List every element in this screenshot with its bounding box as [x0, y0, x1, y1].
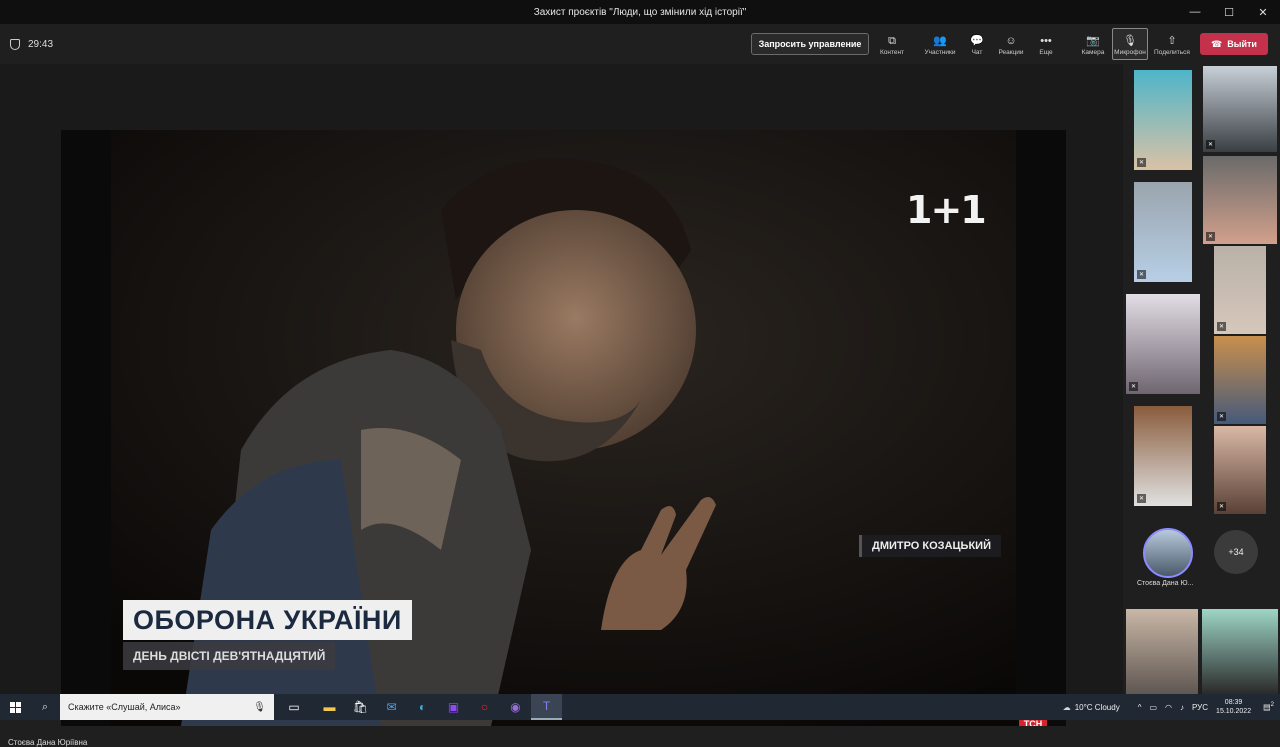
twitch-icon[interactable]: ▣: [438, 694, 469, 720]
weather-text: 10°C Cloudy: [1074, 702, 1120, 712]
network-icon[interactable]: ▭: [1149, 703, 1157, 712]
language-indicator[interactable]: РУС: [1192, 703, 1208, 712]
maximize-button[interactable]: ☐: [1212, 0, 1246, 24]
timer-text: 29:43: [28, 38, 54, 50]
mic-muted-icon: ✕: [1137, 158, 1146, 167]
camera-button[interactable]: 📷 Камера: [1078, 28, 1108, 60]
participant-video-tile[interactable]: ✕: [1214, 246, 1266, 334]
mail-icon[interactable]: ✉: [376, 694, 407, 720]
shared-video[interactable]: 1+1 ДМИТРО КОЗАЦЬКИЙ ОБОРОНА УКРАЇНИ ДЕН…: [61, 130, 1066, 726]
share-label: Поделиться: [1154, 48, 1190, 56]
close-button[interactable]: ✕: [1246, 0, 1280, 24]
clock-date: 15.10.2022: [1216, 708, 1252, 715]
participants-label: Участники: [924, 48, 956, 56]
camera-label: Камера: [1081, 48, 1105, 56]
start-button[interactable]: [0, 694, 30, 720]
shield-icon: [10, 38, 20, 50]
reactions-label: Реакции: [998, 48, 1024, 56]
file-explorer-icon[interactable]: ▬: [314, 694, 345, 720]
mic-muted-icon: ✕: [1206, 232, 1215, 241]
mic-muted-icon: ✕: [1217, 412, 1226, 421]
minimize-button[interactable]: —: [1178, 0, 1212, 24]
content-button[interactable]: ⧉ Контент: [878, 28, 906, 60]
microphone-muted-icon: 🎙: [1123, 34, 1137, 47]
call-timer: 29:43: [0, 38, 54, 50]
presenter-name: Стоєва Дана Юріївна: [8, 738, 88, 747]
leave-label: Выйти: [1227, 39, 1257, 49]
avatar-name: Стоєва Дана Ю...: [1137, 580, 1194, 587]
microphone-label: Микрофон: [1114, 48, 1146, 56]
more-participants-button[interactable]: +34: [1214, 530, 1258, 574]
content-label: Контент: [879, 48, 905, 56]
channel-logo: 1+1: [906, 188, 987, 232]
cloud-icon: ☁: [1062, 702, 1071, 712]
participant-avatar[interactable]: [1143, 528, 1193, 578]
news-headline: ОБОРОНА УКРАЇНИ: [123, 600, 412, 640]
clock-time: 08:39: [1224, 699, 1243, 706]
windows-logo-icon: [9, 701, 21, 713]
camera-icon: 📷: [1086, 34, 1100, 47]
request-control-button[interactable]: Запросить управление: [751, 33, 869, 55]
search-placeholder: Скажите «Слушай, Алиса»: [68, 702, 181, 712]
share-button[interactable]: ⇧ Поделиться: [1152, 28, 1192, 60]
window-titlebar: Захист проєктів "Люди, що змінили хід іс…: [0, 0, 1280, 24]
search-icon[interactable]: ⌕: [30, 701, 60, 714]
hang-up-icon: ☎: [1211, 38, 1223, 49]
participant-video-tile[interactable]: ✕: [1126, 294, 1200, 394]
participants-icon: 👥: [933, 34, 947, 47]
reactions-icon: ☺: [1005, 34, 1017, 47]
participant-video-tile[interactable]: ✕: [1214, 336, 1266, 424]
news-subheadline: ДЕНЬ ДВІСТІ ДЕВ'ЯТНАДЦЯТИЙ: [123, 642, 336, 670]
participant-video-tile[interactable]: [1126, 609, 1198, 694]
clock[interactable]: 08:39 15.10.2022: [1216, 698, 1251, 716]
opera-icon[interactable]: ○: [469, 694, 500, 720]
shared-screen-stage: 1+1 ДМИТРО КОЗАЦЬКИЙ ОБОРОНА УКРАЇНИ ДЕН…: [0, 64, 1123, 747]
chat-icon: 💬: [970, 34, 984, 47]
participant-video-tile[interactable]: ✕: [1134, 406, 1192, 506]
taskbar-search-box[interactable]: Скажите «Слушай, Алиса» 🎙: [60, 694, 274, 720]
mic-muted-icon: ✕: [1206, 140, 1215, 149]
share-icon: ⇧: [1167, 34, 1177, 47]
more-label: Еще: [1039, 48, 1053, 56]
edge-icon[interactable]: ◐: [407, 694, 438, 720]
tray-chevron-icon[interactable]: ^: [1138, 703, 1142, 712]
participant-video-tile[interactable]: ✕: [1203, 66, 1277, 152]
content-icon: ⧉: [888, 34, 896, 47]
mic-muted-icon: ✕: [1137, 270, 1146, 279]
participant-video-tile[interactable]: ✕: [1214, 426, 1266, 514]
window-title: Захист проєктів "Люди, що змінили хід іс…: [533, 6, 747, 18]
call-toolbar: 29:43 Запросить управление ⧉ Контент 👥 У…: [0, 24, 1280, 64]
teams-icon[interactable]: T: [531, 694, 562, 720]
volume-icon[interactable]: ♪: [1180, 703, 1184, 712]
mic-muted-icon: ✕: [1217, 322, 1226, 331]
participants-button[interactable]: 👥 Участники: [921, 28, 959, 60]
leave-button[interactable]: ☎ Выйти: [1200, 33, 1268, 55]
viber-icon[interactable]: ◉: [500, 694, 531, 720]
microphone-icon[interactable]: 🎙: [253, 702, 266, 713]
windows-taskbar: ⌕ Скажите «Слушай, Алиса» 🎙 ▭ ▬ 🛍 ✉ ◐ ▣ …: [0, 694, 1280, 720]
person-name-caption: ДМИТРО КОЗАЦЬКИЙ: [859, 535, 1001, 557]
mic-muted-icon: ✕: [1137, 494, 1146, 503]
store-icon[interactable]: 🛍: [345, 694, 376, 720]
window-controls: — ☐ ✕: [1178, 0, 1280, 24]
mic-muted-icon: ✕: [1129, 382, 1138, 391]
weather-widget[interactable]: ☁ 10°C Cloudy: [1063, 703, 1120, 712]
mic-muted-icon: ✕: [1217, 502, 1226, 511]
more-icon: •••: [1040, 34, 1052, 47]
task-view-icon[interactable]: ▭: [274, 694, 314, 720]
wifi-icon[interactable]: ◠: [1165, 703, 1172, 712]
system-tray: ☁ 10°C Cloudy ^ ▭ ◠ ♪ РУС 08:39 15.10.20…: [1063, 694, 1280, 720]
participant-video-tile[interactable]: ✕: [1203, 156, 1277, 244]
participant-video-tile[interactable]: [1202, 609, 1278, 694]
reactions-button[interactable]: ☺ Реакции: [996, 28, 1026, 60]
more-button[interactable]: ••• Еще: [1035, 28, 1057, 60]
microphone-button[interactable]: 🎙 Микрофон: [1112, 28, 1148, 60]
participant-video-tile[interactable]: ✕: [1134, 182, 1192, 282]
chat-label: Чат: [971, 48, 983, 56]
participant-gallery: ✕ ✕ ✕ ✕ ✕ ✕ ✕ ✕ ✕ Стоєва Дана Ю... +34: [1123, 64, 1280, 694]
notification-center-icon[interactable]: ▤2: [1263, 702, 1274, 712]
chat-button[interactable]: 💬 Чат: [966, 28, 988, 60]
notification-count: 2: [1270, 702, 1274, 709]
participant-video-tile[interactable]: ✕: [1134, 70, 1192, 170]
